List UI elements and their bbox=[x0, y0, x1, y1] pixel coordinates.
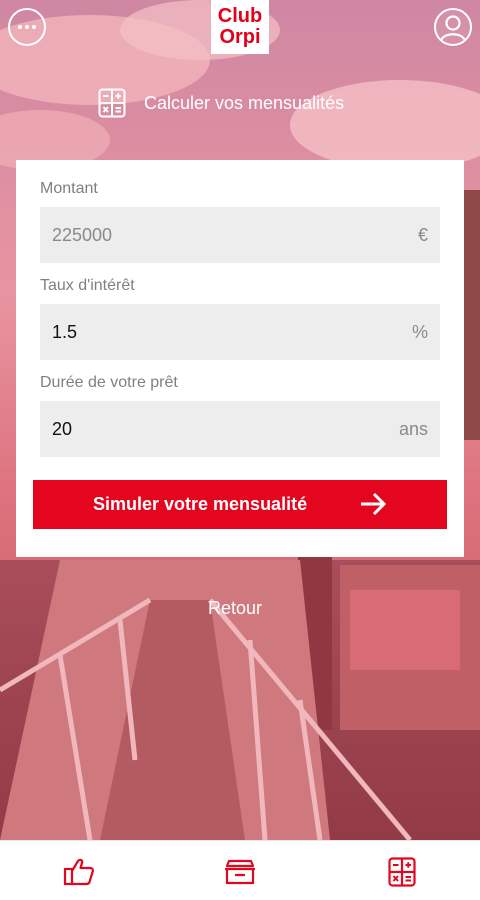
more-dots-icon bbox=[18, 25, 36, 29]
calculator-icon bbox=[98, 88, 126, 118]
menu-button[interactable] bbox=[8, 8, 46, 46]
nav-open-box[interactable] bbox=[222, 855, 258, 889]
calculator-icon bbox=[388, 857, 416, 887]
page-title: Calculer vos mensualités bbox=[144, 92, 345, 113]
open-box-icon bbox=[225, 859, 255, 885]
logo-line-2: Orpi bbox=[219, 26, 261, 48]
nav-calculator[interactable] bbox=[384, 855, 420, 889]
profile-button[interactable] bbox=[434, 8, 472, 46]
amount-field[interactable]: 225000 € bbox=[40, 207, 440, 263]
amount-value: 225000 bbox=[52, 224, 113, 245]
rate-label: Taux d'intérêt bbox=[40, 277, 135, 294]
rate-unit: % bbox=[411, 321, 428, 342]
duration-label: Durée de votre prêt bbox=[40, 374, 178, 391]
duration-value: 20 bbox=[52, 418, 73, 439]
duration-unit: ans bbox=[398, 418, 428, 439]
arrow-right-icon bbox=[361, 492, 387, 516]
simulate-button-label: Simuler votre mensualité bbox=[93, 494, 308, 514]
back-link[interactable]: Retour bbox=[208, 598, 262, 619]
duration-field[interactable]: 20 ans bbox=[40, 401, 440, 457]
loan-calculator-card: Montant 225000 € Taux d'intérêt 1.5 % Du… bbox=[16, 160, 464, 557]
nav-thumbs-up[interactable] bbox=[61, 855, 97, 889]
rate-value: 1.5 bbox=[52, 321, 78, 342]
thumbs-up-icon bbox=[63, 858, 94, 886]
rate-field[interactable]: 1.5 % bbox=[40, 304, 440, 360]
page-heading: Calculer vos mensualités bbox=[98, 88, 344, 118]
logo-line-1: Club bbox=[217, 5, 263, 27]
bottom-nav bbox=[0, 840, 480, 900]
club-orpi-logo: Club Orpi bbox=[211, 0, 269, 54]
amount-unit: € bbox=[417, 224, 428, 245]
simulate-button[interactable]: Simuler votre mensualité bbox=[33, 480, 447, 529]
user-profile-icon bbox=[439, 15, 467, 42]
amount-label: Montant bbox=[40, 180, 98, 197]
